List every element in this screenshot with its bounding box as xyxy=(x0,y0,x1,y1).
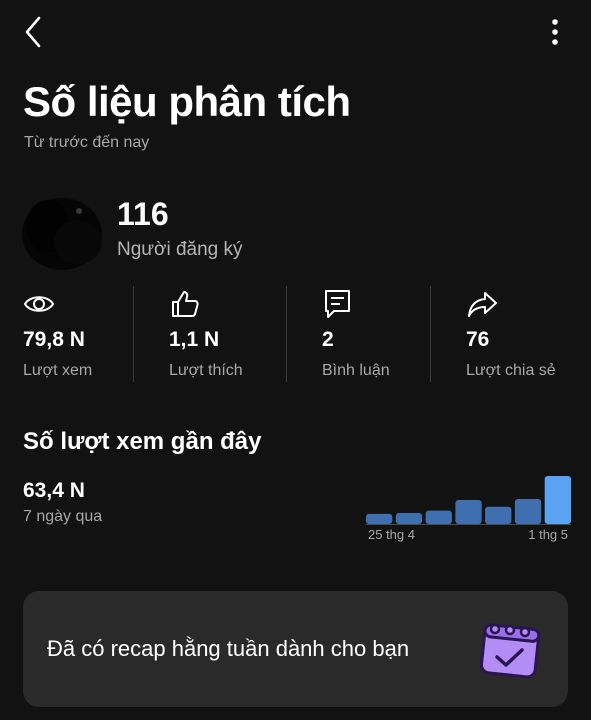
x-tick-label: 25 thg 4 xyxy=(368,527,415,542)
eye-icon xyxy=(23,296,55,312)
stat-label: Lượt xem xyxy=(23,362,93,379)
avatar[interactable] xyxy=(20,196,106,274)
stat-value: 79,8 N xyxy=(23,328,85,351)
recent-views-total: 63,4 N xyxy=(23,479,85,502)
page-title: Số liệu phân tích xyxy=(23,78,351,125)
chart-svg: 25 thg 4 1 thg 5 xyxy=(366,476,571,542)
chart-bar xyxy=(455,500,482,524)
subscriber-label: Người đăng ký xyxy=(117,239,243,260)
comment-icon xyxy=(325,290,350,318)
back-button[interactable] xyxy=(18,14,50,50)
stat-value: 1,1 N xyxy=(169,328,220,351)
chart-bar xyxy=(485,506,512,524)
share-icon xyxy=(468,292,497,317)
stat-value: 76 xyxy=(466,328,490,351)
thumbs-up-icon xyxy=(172,291,199,317)
stat-label: Bình luận xyxy=(322,362,390,379)
chart-bar xyxy=(544,476,571,524)
recent-views-title: Số lượt xem gần đây xyxy=(23,428,262,455)
more-options-button[interactable] xyxy=(545,16,565,48)
subscriber-count: 116 xyxy=(117,196,169,232)
stats-row: 79,8 N Lượt xem 1,1 N Lượt thích 2 Bình … xyxy=(0,286,591,384)
chart-bar xyxy=(425,510,452,524)
weekly-recap-card[interactable]: Đã có recap hằng tuần dành cho bạn xyxy=(23,591,568,707)
recap-text: Đã có recap hằng tuần dành cho bạn xyxy=(47,636,410,661)
top-bar xyxy=(0,0,591,64)
chart-bar xyxy=(366,513,393,524)
divider xyxy=(133,286,134,382)
stat-label: Lượt chia sẻ xyxy=(466,362,556,379)
stat-value: 2 xyxy=(322,328,334,351)
chart-bar xyxy=(395,513,423,524)
recent-views-chart[interactable]: 25 thg 4 1 thg 5 xyxy=(366,472,571,546)
stat-label: Lượt thích xyxy=(169,362,243,379)
more-vertical-icon xyxy=(552,19,558,45)
calendar-check-icon xyxy=(479,623,541,679)
divider xyxy=(286,286,287,382)
x-tick-label: 1 thg 5 xyxy=(528,527,568,542)
chart-bar xyxy=(514,499,542,524)
divider xyxy=(430,286,431,382)
chevron-left-icon xyxy=(25,16,41,48)
recent-views-range: 7 ngày qua xyxy=(23,508,103,525)
page-subtitle: Từ trước đến nay xyxy=(24,134,150,151)
